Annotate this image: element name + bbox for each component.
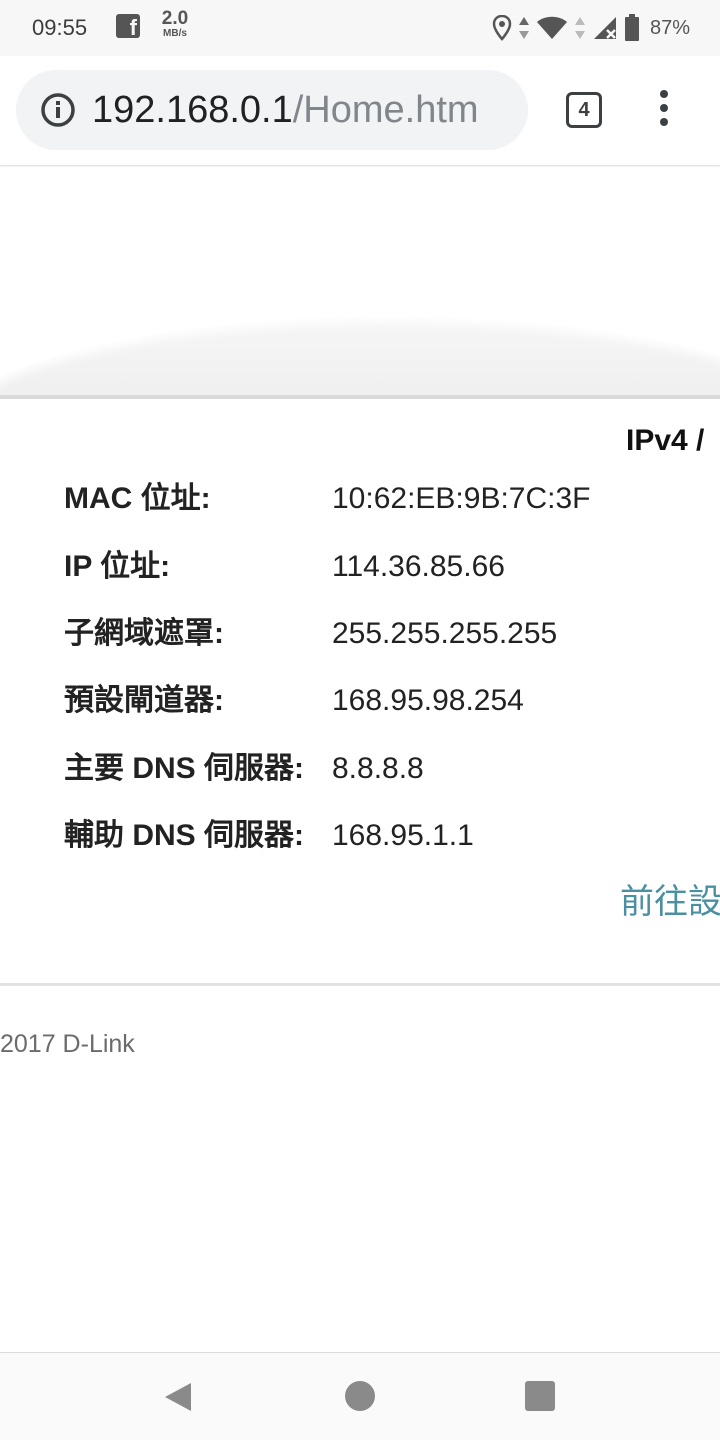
facebook-icon: f: [116, 14, 140, 40]
info-row-secondary-dns: 輔助 DNS 伺服器: 168.95.1.1: [64, 814, 720, 858]
page-banner: [0, 167, 720, 399]
ipv4-tab-label[interactable]: IPv4 /: [626, 424, 704, 458]
wifi-icon: [536, 16, 567, 39]
banner-divider: [0, 395, 720, 399]
battery-icon: [624, 14, 639, 41]
info-value: 8.8.8.8: [332, 752, 424, 785]
info-label: 子網域遮罩:: [64, 617, 224, 650]
recents-square-icon[interactable]: [525, 1381, 555, 1411]
copyright-text: 2017 D-Link: [0, 1030, 135, 1058]
system-nav-bar: [0, 1352, 720, 1440]
info-row-mac: MAC 位址: 10:62:EB:9B:7C:3F: [64, 477, 720, 521]
info-label: 主要 DNS 伺服器:: [64, 752, 304, 785]
data-arrows-icon-2: [574, 17, 585, 39]
info-row-gateway: 預設閘道器: 168.95.98.254: [64, 679, 720, 723]
info-label: IP 位址:: [64, 550, 171, 583]
info-value: 255.255.255.255: [332, 617, 558, 650]
screen: 09:55 f 2.0 MB/s 87% 192.168.0.1/Home.ht…: [0, 0, 720, 1440]
cellular-no-signal-icon: [593, 17, 616, 39]
info-value: 168.95.98.254: [332, 684, 524, 717]
info-row-ip: IP 位址: 114.36.85.66: [64, 545, 720, 589]
info-row-primary-dns: 主要 DNS 伺服器: 8.8.8.8: [64, 747, 720, 791]
network-speed-value: 2.0: [161, 8, 189, 29]
info-label: 預設閘道器:: [64, 684, 224, 717]
info-value: 10:62:EB:9B:7C:3F: [332, 482, 591, 515]
info-icon[interactable]: [40, 92, 76, 128]
battery-percent: 87%: [649, 16, 690, 39]
data-arrows-icon: [518, 17, 529, 39]
back-triangle-icon[interactable]: [163, 1381, 193, 1413]
url-host: 192.168.0.1: [92, 89, 293, 131]
go-to-settings-link[interactable]: 前往設: [620, 874, 720, 923]
status-bar: 09:55 f 2.0 MB/s 87%: [0, 0, 720, 56]
url-text[interactable]: 192.168.0.1/Home.htm: [92, 86, 512, 134]
url-path: /Home.htm: [292, 89, 479, 131]
more-vert-icon[interactable]: [652, 90, 676, 130]
info-value: 168.95.1.1: [332, 819, 474, 852]
location-icon: [492, 15, 512, 41]
content-divider: [0, 983, 720, 986]
banner-swoosh: [0, 317, 720, 399]
network-speed-unit: MB/s: [163, 28, 187, 39]
browser-toolbar: 192.168.0.1/Home.htm 4: [0, 56, 720, 166]
info-label: MAC 位址:: [64, 482, 211, 515]
home-circle-icon[interactable]: [345, 1381, 375, 1411]
status-icons: 87%: [492, 12, 690, 44]
network-speed: 2.0 MB/s: [155, 9, 195, 39]
info-value: 114.36.85.66: [332, 550, 505, 583]
info-row-subnet: 子網域遮罩: 255.255.255.255: [64, 612, 720, 656]
status-time: 09:55: [32, 15, 88, 40]
url-bar[interactable]: 192.168.0.1/Home.htm: [16, 70, 528, 150]
info-label: 輔助 DNS 伺服器:: [64, 819, 304, 852]
tab-switcher-button[interactable]: 4: [566, 92, 602, 128]
